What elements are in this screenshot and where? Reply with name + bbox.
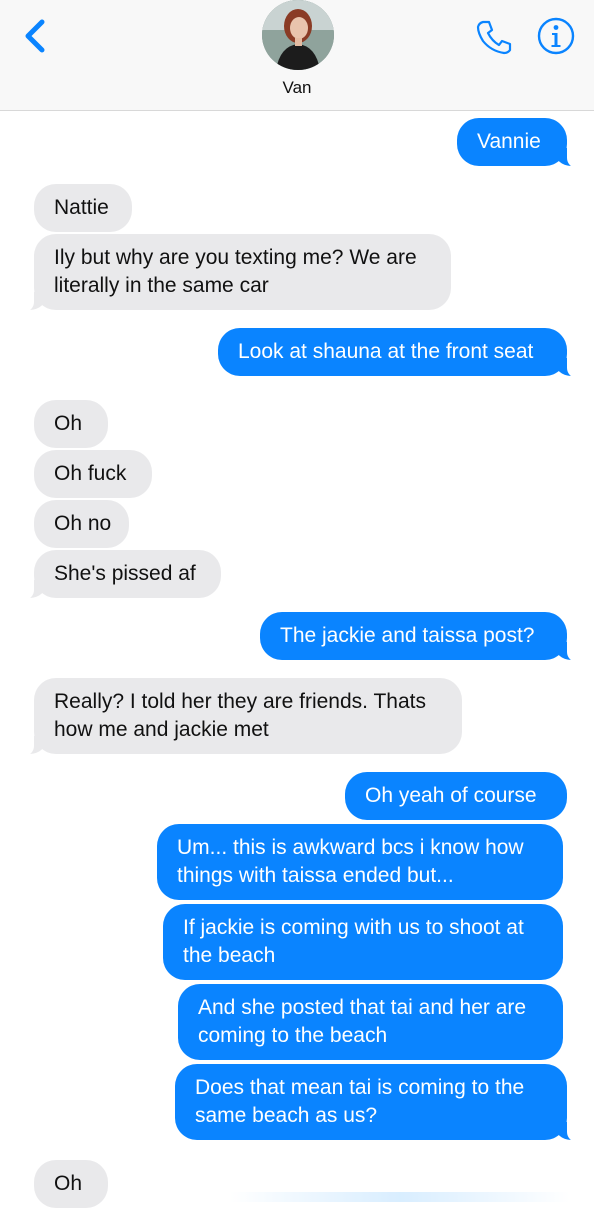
outgoing-message-bubble[interactable]: Vannie <box>457 118 577 168</box>
message-text-line: Oh <box>54 412 83 435</box>
message-text-line: Um... this is awkward bcs i know how <box>177 836 524 859</box>
incoming-message-bubble[interactable]: Oh no <box>34 500 129 548</box>
incoming-message-bubble[interactable]: Oh <box>34 1160 108 1208</box>
message-text-line: same beach as us? <box>195 1104 378 1127</box>
incoming-message-bubble[interactable]: Ily but why are you texting me? We are li… <box>24 234 451 312</box>
message-text-line: Really? I told her they are friends. Tha… <box>54 690 426 713</box>
incoming-message-bubble[interactable]: She's pissed af <box>24 550 221 600</box>
message-text-line: how me and jackie met <box>54 718 269 741</box>
outgoing-message-bubble[interactable]: Does that mean tai is coming to the same … <box>175 1064 577 1142</box>
outgoing-message-bubble[interactable]: Look at shauna at the front seat <box>218 328 577 378</box>
message-text-line: Does that mean tai is coming to the <box>195 1076 525 1099</box>
message-text-line: coming to the beach <box>198 1024 388 1047</box>
keyboard-glow <box>230 1192 570 1202</box>
outgoing-message-bubble[interactable]: The jackie and taissa post? <box>260 612 577 662</box>
message-text-line: things with taissa ended but... <box>177 864 454 887</box>
message-text-line: Oh no <box>54 512 112 535</box>
message-text-line: The jackie and taissa post? <box>280 624 535 647</box>
incoming-message-bubble[interactable]: Nattie <box>34 184 132 232</box>
message-text-line: She's pissed af <box>54 562 196 585</box>
message-text-line: Oh fuck <box>54 462 127 485</box>
info-icon[interactable] <box>536 16 576 56</box>
outgoing-message-bubble[interactable]: If jackie is coming with us to shoot at t… <box>163 904 563 980</box>
incoming-message-bubble[interactable]: Oh <box>34 400 108 448</box>
message-text-line: And she posted that tai and her are <box>198 996 527 1019</box>
message-text-line: If jackie is coming with us to shoot at <box>183 916 524 939</box>
message-text-line: Vannie <box>477 130 541 153</box>
phone-icon[interactable] <box>474 18 514 56</box>
outgoing-message-bubble[interactable]: Oh yeah of course <box>345 772 567 820</box>
outgoing-message-bubble[interactable]: Um... this is awkward bcs i know how thin… <box>157 824 563 900</box>
message-text-line: the beach <box>183 944 276 967</box>
message-text-line: literally in the same car <box>54 274 269 297</box>
avatar[interactable] <box>262 0 334 70</box>
contact-name[interactable]: Van <box>0 78 594 98</box>
incoming-message-bubble[interactable]: Really? I told her they are friends. Tha… <box>24 678 462 756</box>
message-text-line: Oh <box>54 1172 83 1195</box>
message-text-line: Nattie <box>54 196 109 219</box>
message-thread[interactable]: Vannie Nattie Ily but why are you texting … <box>0 110 594 1208</box>
incoming-message-bubble[interactable]: Oh fuck <box>34 450 152 498</box>
chevron-left-icon[interactable] <box>18 16 52 56</box>
message-text-line: Ily but why are you texting me? We are <box>54 246 417 269</box>
outgoing-message-bubble[interactable]: And she posted that tai and her are comin… <box>178 984 563 1060</box>
message-text-line: Look at shauna at the front seat <box>238 340 534 363</box>
message-text-line: Oh yeah of course <box>365 784 537 807</box>
conversation-header: Van <box>0 0 594 111</box>
